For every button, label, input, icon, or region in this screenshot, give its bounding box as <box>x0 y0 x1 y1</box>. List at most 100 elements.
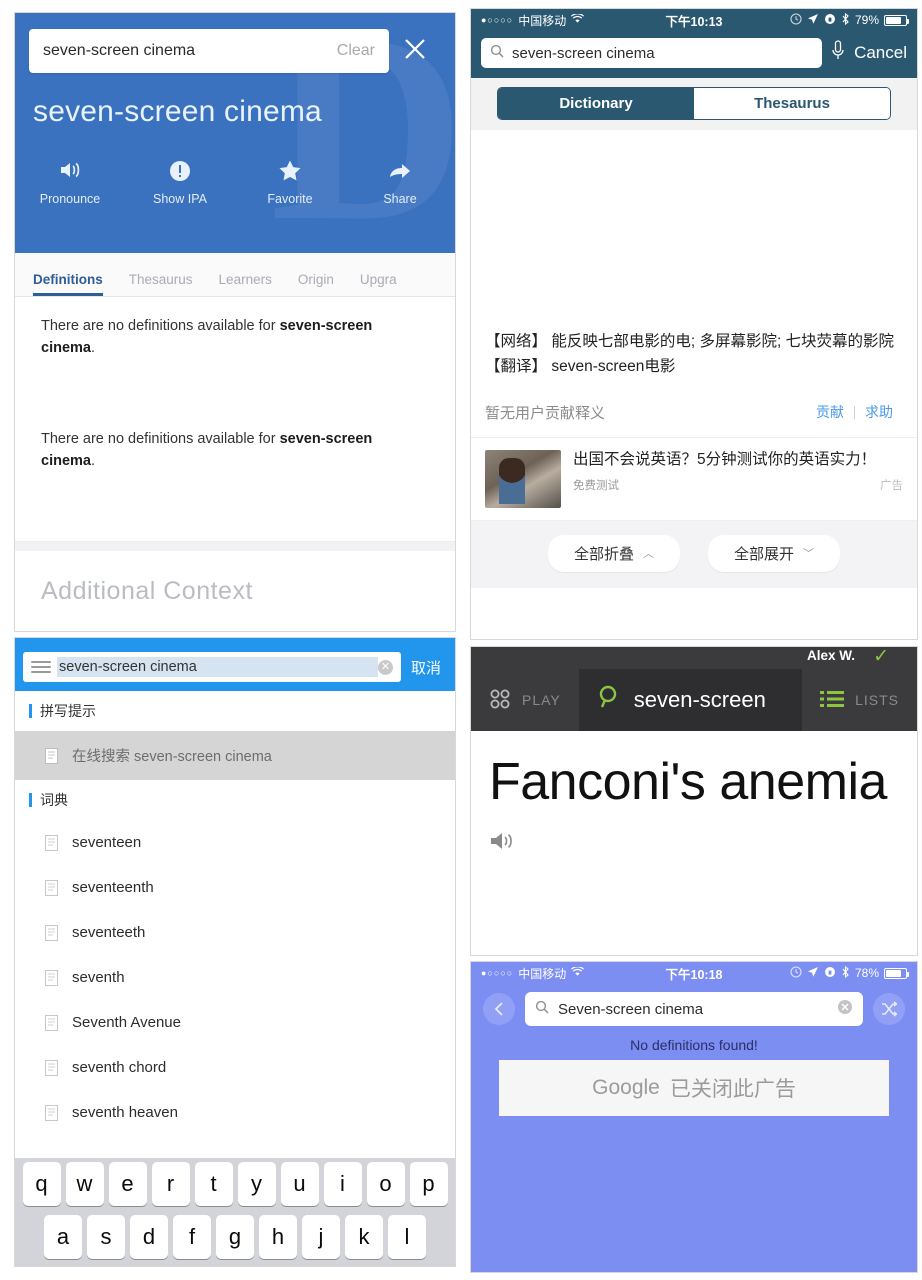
nav-item-search[interactable]: seven-screen <box>578 669 803 731</box>
key-p[interactable]: p <box>409 1162 448 1206</box>
panel-search-suggestions: seven-screen cinema ✕ 取消 拼写提示 在线搜索 seven… <box>14 637 456 1267</box>
microphone-icon[interactable] <box>830 39 846 68</box>
section-spelling-hint: 拼写提示 <box>15 691 455 731</box>
grid-icon <box>489 688 511 713</box>
word-hero: D seven-screen cinema Clear seven-screen… <box>15 13 455 253</box>
youdao-search-input[interactable]: seven-screen cinema <box>481 38 823 68</box>
shuffle-button[interactable] <box>873 993 905 1025</box>
collapse-all-button[interactable]: 全部折叠 ︿ <box>547 534 680 572</box>
hamburger-icon[interactable] <box>31 661 57 673</box>
no-definition-message-1: There are no definitions available for s… <box>41 315 429 360</box>
section-dictionary: 词典 <box>15 780 455 820</box>
purple-search-input[interactable]: Seven-screen cinema <box>525 992 863 1026</box>
location-arrow-icon <box>807 13 819 28</box>
key-s[interactable]: s <box>87 1215 125 1259</box>
list-item[interactable]: seventh heaven <box>15 1090 455 1135</box>
suggest-search-input[interactable]: seven-screen cinema ✕ <box>23 652 401 682</box>
panel-merriam-webster: Alex W. ✓ PLAY seven-screen LISTS Fancon… <box>470 646 918 956</box>
tab-upgrade[interactable]: Upgra <box>360 272 397 296</box>
key-a[interactable]: a <box>44 1215 82 1259</box>
advertisement[interactable]: 出国不会说英语？5分钟测试你的英语实力！ 免费测试 广告 <box>471 438 917 521</box>
check-icon: ✓ <box>873 646 889 667</box>
network-tag: 【网络】 <box>485 333 548 350</box>
close-icon[interactable] <box>389 36 441 67</box>
list-item[interactable]: seventh chord <box>15 1045 455 1090</box>
list-item[interactable]: seventh <box>15 955 455 1000</box>
document-icon <box>45 879 58 896</box>
document-icon <box>45 924 58 941</box>
favorite-button[interactable]: Favorite <box>235 159 345 208</box>
key-t[interactable]: t <box>194 1162 233 1206</box>
document-icon <box>45 747 58 764</box>
nav-item-lists-label: LISTS <box>855 692 899 708</box>
key-g[interactable]: g <box>216 1215 254 1259</box>
no-definition-message-2: There are no definitions available for s… <box>41 428 429 473</box>
segment-wrap: Dictionary Thesaurus <box>471 78 917 130</box>
back-button[interactable] <box>483 993 515 1025</box>
show-ipa-button[interactable]: Show IPA <box>125 159 235 208</box>
list-item-label: seventh <box>72 969 125 986</box>
nav-item-lists[interactable]: LISTS <box>802 669 917 731</box>
clear-circle-icon[interactable] <box>837 999 853 1020</box>
key-k[interactable]: k <box>345 1215 383 1259</box>
key-i[interactable]: i <box>323 1162 362 1206</box>
segment-dictionary[interactable]: Dictionary <box>498 88 694 119</box>
tab-definitions[interactable]: Definitions <box>33 272 103 296</box>
key-e[interactable]: e <box>108 1162 147 1206</box>
key-u[interactable]: u <box>280 1162 319 1206</box>
tab-learners[interactable]: Learners <box>219 272 272 296</box>
list-item[interactable]: seventeenth <box>15 865 455 910</box>
list-item[interactable]: Seventh Avenue <box>15 1000 455 1045</box>
network-text: 能反映七部电影的电; 多屏幕影院; 七块荧幕的影院 <box>551 333 895 350</box>
definitions-body: There are no definitions available for s… <box>15 297 455 606</box>
fold-controls: 全部折叠 ︿ 全部展开 ﹀ <box>471 520 917 588</box>
rotation-lock-icon <box>824 13 836 28</box>
nav-item-play[interactable]: PLAY <box>471 669 579 731</box>
keyboard-row-1: q w e r t y u i o p <box>17 1162 453 1206</box>
list-item-label: seventeenth <box>72 879 154 896</box>
pronounce-button[interactable]: Pronounce <box>15 159 125 208</box>
key-o[interactable]: o <box>366 1162 405 1206</box>
contribute-link[interactable]: 贡献 <box>806 402 854 422</box>
clear-circle-icon[interactable]: ✕ <box>377 659 393 675</box>
clear-button[interactable]: Clear <box>337 42 375 60</box>
key-q[interactable]: q <box>22 1162 61 1206</box>
contribution-empty-label: 暂无用户贡献释义 <box>485 404 606 422</box>
merriam-headword-row: Fanconi's anemia <box>471 731 917 895</box>
ad-brand-label: Google <box>592 1076 660 1099</box>
expand-all-button[interactable]: 全部展开 ﹀ <box>708 534 841 572</box>
search-input-value: seven-screen cinema <box>43 42 196 59</box>
key-y[interactable]: y <box>237 1162 276 1206</box>
chevron-down-icon: ﹀ <box>803 548 815 561</box>
key-r[interactable]: r <box>151 1162 190 1206</box>
segment-thesaurus[interactable]: Thesaurus <box>694 88 890 119</box>
tab-thesaurus[interactable]: Thesaurus <box>129 272 193 296</box>
key-j[interactable]: j <box>302 1215 340 1259</box>
ad-title: 出国不会说英语？5分钟测试你的英语实力！ <box>573 450 877 468</box>
search-row: seven-screen cinema Clear <box>15 13 455 73</box>
youdao-cancel-button[interactable]: Cancel <box>854 43 907 63</box>
section-divider <box>15 540 455 551</box>
online-search-row[interactable]: 在线搜索 seven-screen cinema <box>15 731 455 780</box>
list-item[interactable]: seventeeth <box>15 910 455 955</box>
share-button[interactable]: Share <box>345 159 455 208</box>
speaker-icon[interactable] <box>489 831 515 856</box>
key-d[interactable]: d <box>130 1215 168 1259</box>
headword: seven-screen cinema <box>33 95 322 128</box>
key-l[interactable]: l <box>388 1215 426 1259</box>
document-icon <box>45 969 58 986</box>
key-w[interactable]: w <box>65 1162 104 1206</box>
tab-origin[interactable]: Origin <box>298 272 334 296</box>
cancel-button[interactable]: 取消 <box>401 657 447 678</box>
no-definition-period-1: . <box>90 340 96 357</box>
help-link[interactable]: 求助 <box>855 402 903 422</box>
onscreen-keyboard[interactable]: q w e r t y u i o p a s d f g h j k l <box>15 1158 455 1266</box>
key-h[interactable]: h <box>259 1215 297 1259</box>
status-left: ●○○○○ 中国移动 <box>481 12 585 29</box>
status-right: 79% <box>790 12 909 28</box>
list-item-label: Seventh Avenue <box>72 1014 181 1031</box>
list-item[interactable]: seventeen <box>15 820 455 865</box>
key-f[interactable]: f <box>173 1215 211 1259</box>
search-input[interactable]: seven-screen cinema Clear <box>29 29 389 73</box>
search-icon <box>490 44 504 63</box>
